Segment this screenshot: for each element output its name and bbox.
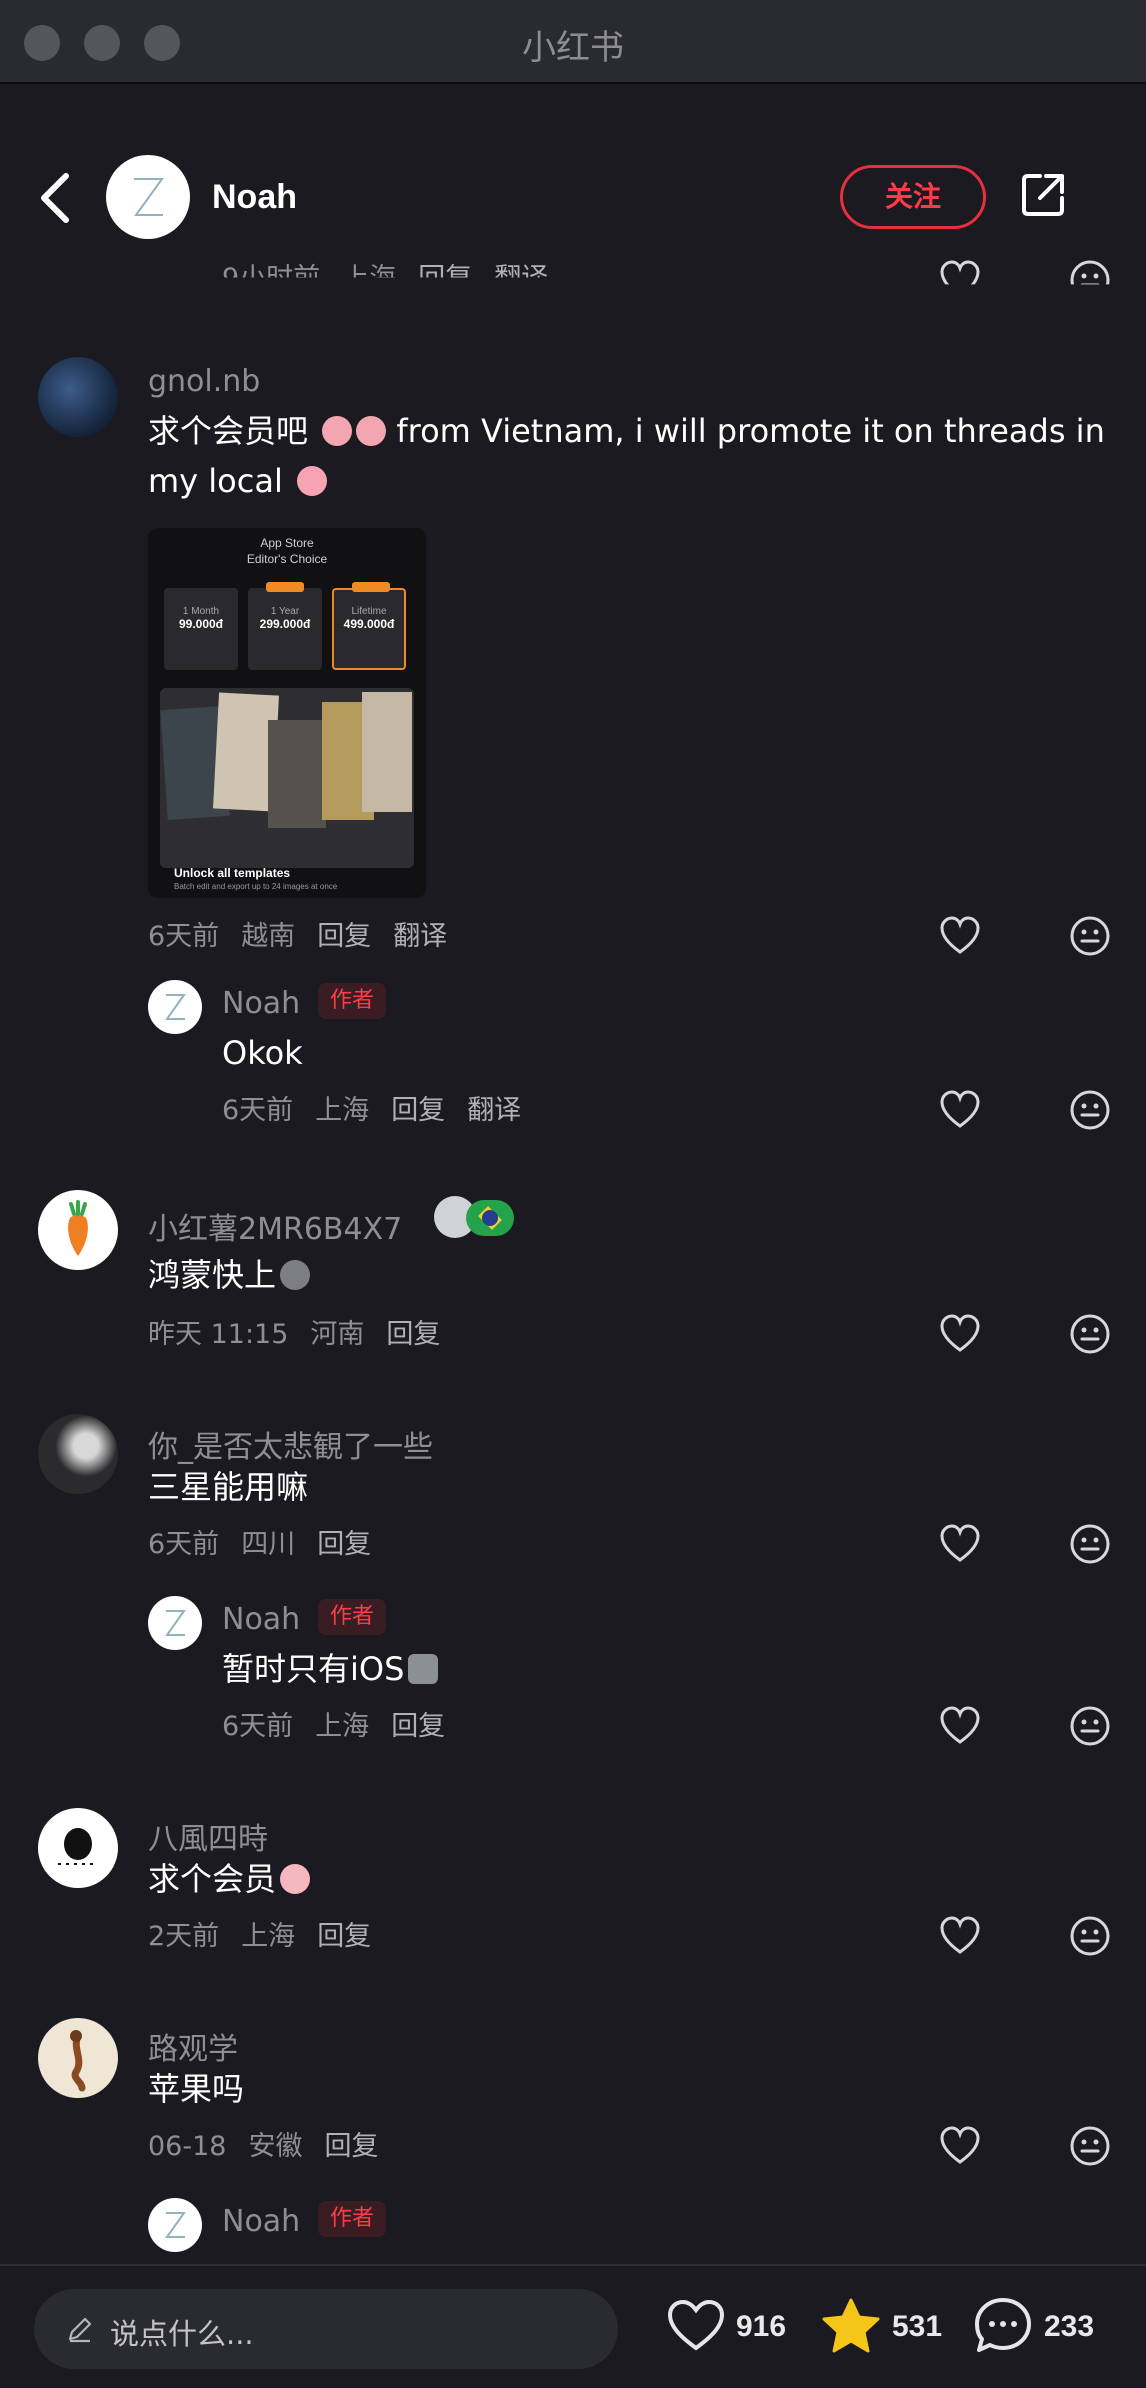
star-icon[interactable]	[820, 2296, 882, 2356]
reply-avatar[interactable]	[148, 980, 202, 1034]
brazil-flag-icon	[466, 1200, 514, 1236]
like-count: 916	[736, 2310, 787, 2343]
window-titlebar: 小红书	[0, 0, 1146, 84]
comment-meta: 6天前 四川 回复	[148, 1529, 372, 1560]
react-face-icon[interactable]	[1068, 914, 1112, 958]
commenter-name[interactable]: 小红薯2MR6B4X7	[148, 1204, 402, 1248]
author-name[interactable]: Noah	[212, 178, 297, 217]
translate-button[interactable]: 翻译	[467, 1095, 521, 1126]
comment-text: 求个会员吧 from Vietnam, i will promote it on…	[148, 412, 1105, 500]
commenter-avatar[interactable]	[38, 357, 118, 437]
emoji	[408, 1654, 439, 1684]
image-footer: Unlock all templates	[174, 866, 291, 880]
comment-meta: 昨天 11:15 河南 回复	[148, 1319, 441, 1350]
heart-icon[interactable]	[938, 1914, 982, 1958]
heart-icon[interactable]	[938, 1088, 982, 1132]
react-face-icon[interactable]	[1068, 1914, 1112, 1958]
reply-meta: 6天前 上海 回复 翻译	[222, 1095, 522, 1126]
comment-bubble-icon[interactable]	[972, 2296, 1034, 2356]
commenter-name[interactable]: 路观学	[148, 2024, 238, 2068]
favorite-count: 531	[892, 2310, 943, 2343]
reply-button[interactable]: 回复	[317, 1529, 371, 1560]
reply-text: 暂时只有iOS	[222, 1644, 439, 1694]
reply-name[interactable]: Noah	[222, 986, 300, 1021]
react-face-icon[interactable]	[1068, 2124, 1112, 2168]
commenter-avatar[interactable]	[38, 1414, 118, 1494]
comment-image[interactable]: App Store Editor's Choice 1 Month 99.000…	[148, 528, 426, 898]
reply-button[interactable]: 回复	[391, 1711, 445, 1742]
author-tag: 作者	[318, 1599, 387, 1635]
reply-name[interactable]: Noah	[222, 2204, 300, 2239]
reply-button[interactable]: 回复	[324, 2131, 378, 2162]
author-avatar[interactable]	[106, 155, 190, 239]
react-face-icon[interactable]	[1068, 258, 1112, 302]
plan-card: 1 Month 99.000đ	[164, 588, 238, 670]
commenter-name[interactable]: 你_是否太悲観了一些	[148, 1422, 433, 1466]
commenter-avatar[interactable]	[38, 2018, 118, 2098]
emoji	[280, 1864, 311, 1894]
react-face-icon[interactable]	[1068, 1522, 1112, 1566]
plan-card: Lifetime 499.000đ	[332, 582, 406, 670]
partial-comment-meta: 9小时前 上海 回复 翻译	[222, 263, 549, 294]
reply-button[interactable]: 回复	[317, 1921, 371, 1952]
heart-icon[interactable]	[938, 2124, 982, 2168]
reply-button[interactable]: 回复	[386, 1319, 440, 1350]
window-title: 小红书	[522, 28, 624, 68]
comment-count: 233	[1044, 2310, 1095, 2343]
comment-text: 三星能用嘛	[148, 1468, 309, 1506]
comment-text: 鸿蒙快上	[148, 1250, 311, 1300]
plan-card: 1 Year 299.000đ	[248, 582, 322, 670]
crying-pig-emoji	[356, 416, 387, 446]
translate-button[interactable]: 翻译	[393, 921, 447, 952]
author-tag: 作者	[318, 983, 387, 1019]
back-arrow-icon[interactable]	[36, 168, 76, 228]
comment-input[interactable]: 说点什么...	[34, 2289, 618, 2369]
heart-icon[interactable]	[666, 2298, 726, 2354]
reply-button[interactable]: 回复	[391, 1095, 445, 1126]
pencil-icon	[68, 2317, 92, 2343]
emoji	[280, 1260, 311, 1290]
heart-icon[interactable]	[938, 258, 982, 302]
reply-avatar[interactable]	[148, 1596, 202, 1650]
react-face-icon[interactable]	[1068, 1704, 1112, 1748]
commenter-name[interactable]: gnol.nb	[148, 364, 260, 399]
image-footer-sub: Batch edit and export up to 24 images at…	[174, 882, 338, 891]
heart-icon[interactable]	[938, 1522, 982, 1566]
react-face-icon[interactable]	[1068, 1312, 1112, 1356]
heart-icon[interactable]	[938, 914, 982, 958]
commenter-name[interactable]: 八風四時	[148, 1814, 268, 1858]
bottom-action-bar: 说点什么... 916 531 233	[0, 2264, 1146, 2388]
author-tag: 作者	[318, 2201, 387, 2237]
heart-icon[interactable]	[938, 1312, 982, 1356]
reply-button[interactable]: 回复	[317, 921, 371, 952]
share-icon[interactable]	[1018, 170, 1068, 220]
crying-pig-emoji	[322, 416, 353, 446]
comment-text: 求个会员	[148, 1854, 311, 1904]
reply-text: Okok	[222, 1034, 303, 1072]
commenter-avatar[interactable]	[38, 1190, 118, 1270]
comment-meta: 6天前 越南 回复 翻译	[148, 921, 448, 952]
heart-icon[interactable]	[938, 1704, 982, 1748]
reply-avatar[interactable]	[148, 2198, 202, 2252]
image-badge-line2: Editor's Choice	[246, 552, 328, 566]
commenter-avatar[interactable]	[38, 1808, 118, 1888]
comment-text: 苹果吗	[148, 2070, 245, 2108]
reply-name[interactable]: Noah	[222, 1602, 300, 1637]
pig-emoji	[297, 466, 328, 496]
comment-meta: 06-18 安徽 回复	[148, 2131, 379, 2162]
react-face-icon[interactable]	[1068, 1088, 1112, 1132]
image-badge-line1: App Store	[260, 536, 314, 550]
comment-meta: 2天前 上海 回复	[148, 1921, 372, 1952]
comment-placeholder: 说点什么...	[110, 2317, 254, 2351]
reply-meta: 6天前 上海 回复	[222, 1711, 446, 1742]
follow-button[interactable]: 关注	[840, 165, 986, 229]
cat-photo-collage	[160, 688, 414, 868]
